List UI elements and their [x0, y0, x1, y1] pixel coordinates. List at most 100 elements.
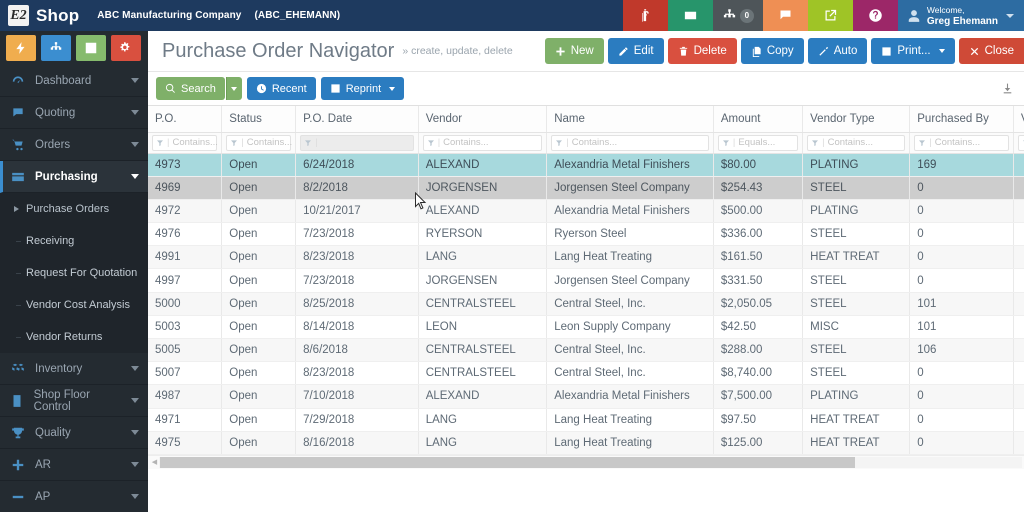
cell-amount[interactable]: $254.43: [713, 176, 804, 200]
cell-purchased_by[interactable]: 101: [909, 315, 1014, 340]
recent-button[interactable]: Recent: [246, 77, 316, 100]
bolt-icon[interactable]: [6, 35, 36, 61]
filter-cell-vendor_type[interactable]: | Contains...: [802, 132, 911, 154]
filter-cell-vendor[interactable]: | Contains...: [418, 132, 548, 154]
cell-purchased_by[interactable]: 0: [909, 361, 1014, 386]
cell-po_date[interactable]: 6/24/2018: [295, 153, 419, 177]
cell-vendor[interactable]: JORGENSEN: [418, 176, 548, 200]
table-row[interactable]: 4976 Open 7/23/2018 RYERSON Ryerson Steel $33…: [148, 222, 1024, 247]
cell-status[interactable]: Open: [221, 315, 297, 340]
cell-vendor[interactable]: ALEXAND: [418, 384, 548, 409]
cell-purchased_by[interactable]: 0: [909, 268, 1014, 293]
cell-name[interactable]: Jorgensen Steel Company: [546, 268, 714, 293]
fire-extinguisher-icon[interactable]: [622, 0, 668, 31]
cell-name[interactable]: Central Steel, Inc.: [546, 292, 714, 316]
cell-purchased_by[interactable]: 0: [909, 245, 1014, 270]
cell-vendor[interactable]: CENTRALSTEEL: [418, 361, 548, 386]
cell-vend_quote_no[interactable]: [1013, 431, 1024, 455]
cell-amount[interactable]: $7,500.00: [713, 384, 804, 409]
edit-button[interactable]: Edit: [607, 38, 664, 64]
cell-po_date[interactable]: 8/16/2018: [295, 431, 419, 455]
cell-status[interactable]: Open: [221, 153, 297, 177]
cell-vendor_type[interactable]: HEAT TREAT: [802, 431, 911, 455]
table-row[interactable]: 4973 Open 6/24/2018 ALEXAND Alexandria Metal…: [148, 153, 1024, 177]
table-row[interactable]: 5000 Open 8/25/2018 CENTRALSTEEL Central Ste…: [148, 292, 1024, 316]
cell-vend_quote_no[interactable]: [1013, 268, 1024, 293]
cell-status[interactable]: Open: [221, 361, 297, 386]
cell-vendor[interactable]: LANG: [418, 408, 548, 432]
filter-cell-purchased_by[interactable]: | Contains...: [909, 132, 1014, 154]
cell-vend_quote_no[interactable]: [1013, 292, 1024, 316]
cell-amount[interactable]: $8,740.00: [713, 361, 804, 386]
chart-icon[interactable]: [76, 35, 106, 61]
scroll-left-arrow[interactable]: ◀: [150, 458, 159, 466]
cell-vend_quote_no[interactable]: [1013, 408, 1024, 432]
cell-po_date[interactable]: 8/25/2018: [295, 292, 419, 316]
cell-po[interactable]: 4976: [148, 222, 223, 247]
cell-vendor[interactable]: CENTRALSTEEL: [418, 338, 548, 363]
cell-po[interactable]: 5000: [148, 292, 223, 316]
cell-po[interactable]: 4997: [148, 268, 223, 293]
sidebar-item-receiving[interactable]: Receiving: [0, 225, 148, 257]
table-row[interactable]: 4972 Open 10/21/2017 ALEXAND Alexandria Meta…: [148, 199, 1024, 224]
scrollbar-track[interactable]: [159, 456, 1022, 468]
cell-name[interactable]: Lang Heat Treating: [546, 245, 714, 270]
cell-status[interactable]: Open: [221, 176, 297, 200]
cell-purchased_by[interactable]: 169: [909, 153, 1014, 177]
cell-vendor_type[interactable]: HEAT TREAT: [802, 245, 911, 270]
cell-status[interactable]: Open: [221, 338, 297, 363]
cell-vend_quote_no[interactable]: [1013, 199, 1024, 224]
table-row[interactable]: 4991 Open 8/23/2018 LANG Lang Heat Treating $…: [148, 245, 1024, 270]
sidebar-item-shop-floor-control[interactable]: Shop Floor Control: [0, 385, 148, 417]
cell-status[interactable]: Open: [221, 292, 297, 316]
sidebar-item-purchasing[interactable]: Purchasing: [0, 161, 148, 193]
sidebar-item-orders[interactable]: Orders: [0, 129, 148, 161]
cell-po[interactable]: 4991: [148, 245, 223, 270]
cell-vendor_type[interactable]: PLATING: [802, 199, 911, 224]
cell-vendor[interactable]: LEON: [418, 315, 548, 340]
cell-po_date[interactable]: 7/23/2018: [295, 268, 419, 293]
table-row[interactable]: 5005 Open 8/6/2018 CENTRALSTEEL Central Stee…: [148, 338, 1024, 363]
close-button[interactable]: Close: [958, 38, 1024, 64]
cell-po_date[interactable]: 7/23/2018: [295, 222, 419, 247]
column-header-amount[interactable]: Amount: [713, 106, 804, 133]
new-button[interactable]: New: [544, 38, 604, 64]
external-link-icon[interactable]: [807, 0, 853, 31]
cell-amount[interactable]: $2,050.05: [713, 292, 804, 316]
cell-amount[interactable]: $80.00: [713, 153, 804, 177]
cell-vendor_type[interactable]: HEAT TREAT: [802, 408, 911, 432]
auto-button[interactable]: Auto: [807, 38, 868, 64]
cell-vendor[interactable]: ALEXAND: [418, 153, 548, 177]
filter-cell-amount[interactable]: | Equals...: [713, 132, 804, 154]
table-row[interactable]: 5007 Open 8/23/2018 CENTRALSTEEL Central Ste…: [148, 361, 1024, 386]
table-row[interactable]: 4971 Open 7/29/2018 LANG Lang Heat Treating $…: [148, 408, 1024, 432]
table-row[interactable]: 4997 Open 7/23/2018 JORGENSEN Jorgensen Stee…: [148, 268, 1024, 293]
copy-button[interactable]: Copy: [740, 38, 804, 64]
column-header-vendor[interactable]: Vendor: [418, 106, 548, 133]
column-header-po[interactable]: P.O.: [148, 106, 223, 133]
cell-vend_quote_no[interactable]: [1013, 153, 1024, 177]
cell-po_date[interactable]: 10/21/2017: [295, 199, 419, 224]
cell-po[interactable]: 5007: [148, 361, 223, 386]
print-button[interactable]: Print...: [871, 38, 955, 64]
reprint-button[interactable]: Reprint: [320, 77, 405, 100]
cell-vendor[interactable]: JORGENSEN: [418, 268, 548, 293]
search-dropdown-toggle[interactable]: [225, 77, 242, 100]
table-row[interactable]: 4975 Open 8/16/2018 LANG Lang Heat Treating $…: [148, 431, 1024, 455]
column-header-purchased_by[interactable]: Purchased By: [909, 106, 1014, 133]
cell-po_date[interactable]: 8/23/2018: [295, 361, 419, 386]
cell-status[interactable]: Open: [221, 408, 297, 432]
cell-purchased_by[interactable]: 0: [909, 222, 1014, 247]
cell-name[interactable]: Central Steel, Inc.: [546, 361, 714, 386]
cell-po_date[interactable]: 8/6/2018: [295, 338, 419, 363]
column-header-status[interactable]: Status: [221, 106, 297, 133]
cell-po_date[interactable]: 8/23/2018: [295, 245, 419, 270]
cell-vendor_type[interactable]: MISC: [802, 315, 911, 340]
table-row[interactable]: 4969 Open 8/2/2018 JORGENSEN Jorgensen Steel…: [148, 176, 1024, 200]
sidebar-item-quoting[interactable]: Quoting: [0, 97, 148, 129]
cell-amount[interactable]: $500.00: [713, 199, 804, 224]
cell-po_date[interactable]: 7/10/2018: [295, 384, 419, 409]
help-icon[interactable]: [852, 0, 898, 31]
cell-vendor[interactable]: RYERSON: [418, 222, 548, 247]
sitemap-icon[interactable]: [41, 35, 71, 61]
